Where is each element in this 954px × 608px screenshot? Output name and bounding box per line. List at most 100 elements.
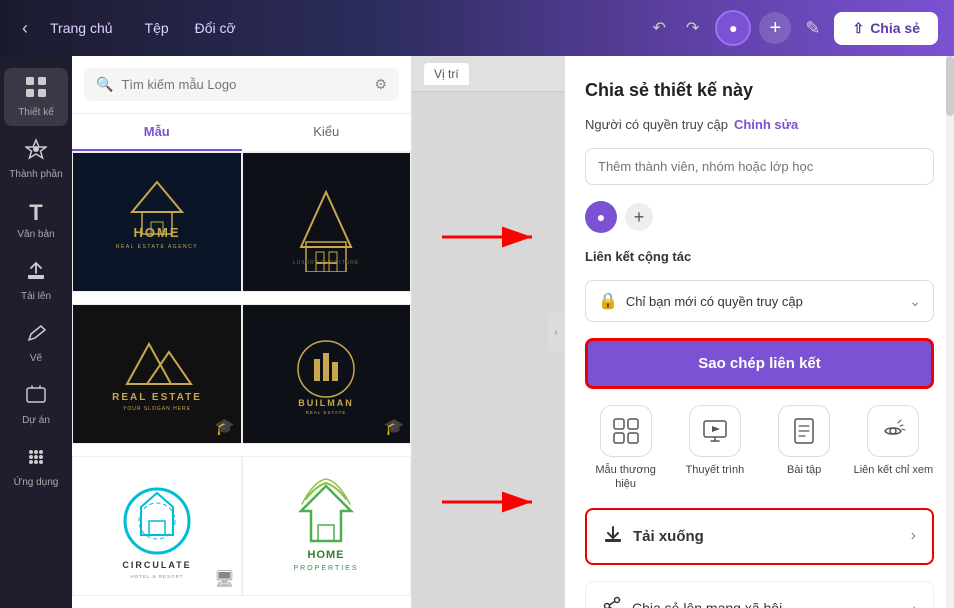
panel-tabs: Mẫu Kiểu [72,114,411,152]
svg-text:REAL ESTATE: REAL ESTATE [112,392,202,403]
back-button[interactable]: ‹ [16,14,34,43]
left-sidebar: Thiết kế Thành phần T Văn bản Tải lên [0,56,72,608]
social-icon [602,596,622,608]
share-panel: Chia sẻ thiết kế này Người có quyền truy… [564,56,954,608]
share-access-row: Người có quyền truy cập Chỉnh sửa [585,117,934,132]
topbar-right: ● + ✎ ⇧ Chia sẻ [715,10,938,46]
main-content: Thiết kế Thành phần T Văn bản Tải lên [0,56,954,608]
share-avatar: ● [585,201,617,233]
svg-text:HOTEL & RESORT: HOTEL & RESORT [130,574,183,579]
social-label: Chia sẻ lên mạng xã hội [632,600,902,608]
canvas-viewport [412,92,564,608]
badge-circulate: 🖥 [214,569,234,589]
logo-card-real-estate[interactable]: REAL ESTATE YOUR SLOGAN HERE 🎓 [72,304,242,444]
scrollbar-track [946,56,954,608]
social-share-button[interactable]: Chia sẻ lên mạng xã hội › [585,581,934,608]
share-options-grid: Mẫu thương hiệu Thuyết trình [585,405,934,492]
search-box[interactable]: 🔍 ⚙ [84,68,399,101]
van-ban-label: Văn bản [17,229,54,240]
logo-card-circulate[interactable]: CIRCULATE HOTEL & RESORT 🖥 [72,456,242,596]
brand-label: Mẫu thương hiệu [585,463,666,492]
tai-len-icon [25,260,47,288]
undo-button[interactable]: ↶ [645,12,674,44]
download-button[interactable]: Tải xuống › [585,508,934,565]
scrollbar-thumb[interactable] [946,56,954,116]
ve-icon [25,322,47,350]
tai-len-label: Tải lên [21,291,51,302]
sidebar-item-du-an[interactable]: Dự án [4,376,68,434]
sidebar-item-tai-len[interactable]: Tải lên [4,252,68,310]
tab-kieu[interactable]: Kiểu [242,114,412,151]
svg-text:BUILMAN: BUILMAN [299,398,355,408]
home-menu-item[interactable]: Trang chủ [38,14,125,42]
sidebar-item-van-ban[interactable]: T Văn bản [4,192,68,248]
share-icon: ⇧ [852,20,864,37]
analytics-button[interactable]: ✎ [799,12,826,45]
thiet-ke-icon [25,76,47,104]
share-add-row: ● + [585,201,934,233]
logo-card-builman[interactable]: BUILMAN REAL ESTATE 🎓 [242,304,412,444]
link-access-dropdown[interactable]: 🔒 Chỉ bạn mới có quyền truy cập ⌄ [585,280,934,322]
share-option-brand[interactable]: Mẫu thương hiệu [585,405,666,492]
add-member-button[interactable]: + [625,203,653,231]
logo-panel: 🔍 ⚙ Mẫu Kiểu HOME REAL ESTATE AGENCY [72,56,412,608]
ung-dung-label: Ứng dụng [14,477,59,488]
thanh-phan-icon [25,138,47,166]
sidebar-item-ung-dung[interactable]: Ứng dụng [4,438,68,496]
undo-redo-group: ↶ ↷ [645,12,708,44]
svg-text:LUXURY FURNITURE: LUXURY FURNITURE [293,260,359,266]
thiet-ke-label: Thiết kế [18,107,54,118]
collab-link-label: Liên kết cộng tác [585,249,934,264]
collapse-icon: ‹ [554,327,557,338]
copy-link-button[interactable]: Sao chép liên kết [585,338,934,389]
share-member-input[interactable] [598,159,921,174]
share-option-exercise[interactable]: Bài tập [764,405,845,492]
download-chevron-icon: › [911,527,916,545]
resize-menu-item[interactable]: Đổi cỡ [183,14,248,42]
share-option-view-link[interactable]: Liên kết chỉ xem [853,405,934,492]
canvas-area: Vị trí ‹ [412,56,564,608]
add-collaborator-button[interactable]: + [759,12,791,44]
search-input[interactable] [121,77,366,92]
svg-text:CIRCULATE: CIRCULATE [122,560,191,570]
du-an-icon [25,384,47,412]
presentation-icon [689,405,741,457]
svg-text:YOUR SLOGAN HERE: YOUR SLOGAN HERE [123,406,191,412]
redo-button[interactable]: ↷ [678,12,707,44]
view-link-label: Liên kết chỉ xem [854,463,933,477]
svg-text:REAL ESTATE AGENCY: REAL ESTATE AGENCY [116,244,198,250]
search-icon: 🔍 [96,76,113,93]
logo-card-home[interactable]: HOME REAL ESTATE AGENCY [72,152,242,292]
filter-icon[interactable]: ⚙ [374,76,387,93]
canvas-tab-bar: Vị trí [412,56,564,92]
van-ban-icon: T [29,200,42,226]
sidebar-item-thanh-phan[interactable]: Thành phần [4,130,68,188]
topbar-left: ‹ Trang chủ [16,14,125,43]
sidebar-item-thiet-ke[interactable]: Thiết kế [4,68,68,126]
download-label: Tải xuống [633,528,901,545]
sidebar-item-ve[interactable]: Vẽ [4,314,68,372]
exercise-label: Bài tập [787,463,821,477]
access-edit-link[interactable]: Chỉnh sửa [734,117,798,132]
panel-collapse-handle[interactable]: ‹ [548,312,564,352]
thanh-phan-label: Thành phần [9,169,62,180]
share-input-row[interactable] [585,148,934,185]
share-button[interactable]: ⇧ Chia sẻ [834,12,938,45]
panel-search-area: 🔍 ⚙ [72,56,411,114]
avatar-button[interactable]: ● [715,10,751,46]
logo-card-home-properties[interactable]: HOME PROPERTIES [242,456,412,596]
file-menu-item[interactable]: Tệp [133,14,181,42]
share-title: Chia sẻ thiết kế này [585,80,934,101]
link-access-text: Chỉ bạn mới có quyền truy cập [626,294,901,309]
du-an-label: Dự án [22,415,50,426]
svg-text:HOME: HOME [308,549,345,561]
topbar: ‹ Trang chủ Tệp Đổi cỡ ↶ ↷ ● + ✎ ⇧ Chia … [0,0,954,56]
share-option-present[interactable]: Thuyết trình [674,405,755,492]
exercise-icon [778,405,830,457]
svg-text:HOME: HOME [133,225,180,240]
view-link-icon [867,405,919,457]
tab-mau[interactable]: Mẫu [72,114,242,151]
logo-card-f-luxury[interactable]: LUXURY FURNITURE [242,152,412,292]
brand-template-icon [600,405,652,457]
canvas-tab[interactable]: Vị trí [424,63,469,85]
